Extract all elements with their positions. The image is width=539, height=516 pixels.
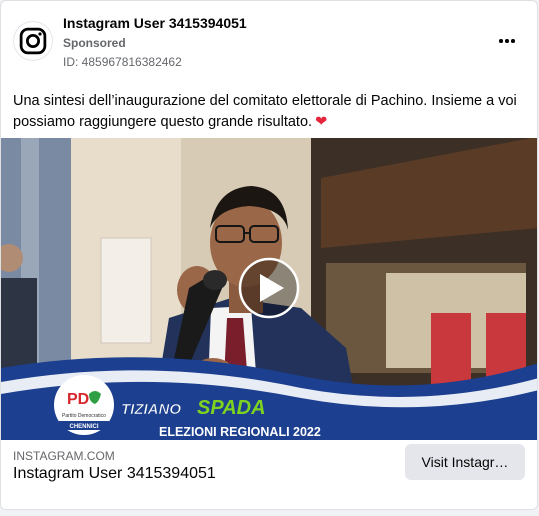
- post-text-content: Una sintesi dell’inaugurazione del comit…: [13, 93, 517, 130]
- ad-id: ID: 485967816382462: [63, 55, 182, 69]
- more-dot-icon: [505, 39, 509, 43]
- video-frame: PD Partito Democratico CHENNICI TIZIANO …: [1, 138, 537, 440]
- video-media[interactable]: PD Partito Democratico CHENNICI TIZIANO …: [1, 138, 537, 440]
- election-banner-text: ELEZIONI REGIONALI 2022: [159, 425, 321, 439]
- link-domain: INSTAGRAM.COM: [13, 449, 115, 463]
- ad-post-card: Instagram User 3415394051 Sponsored ID: …: [0, 0, 538, 510]
- candidate-last-name: SPADA: [197, 397, 266, 419]
- more-options-button[interactable]: [493, 27, 521, 55]
- candidate-first-name: TIZIANO: [121, 401, 181, 418]
- post-header: Instagram User 3415394051 Sponsored ID: …: [1, 1, 537, 81]
- party-sublabel: CHENNICI: [69, 424, 98, 430]
- instagram-logo-icon: [19, 27, 47, 55]
- play-button[interactable]: [238, 257, 300, 319]
- author-name[interactable]: Instagram User 3415394051: [63, 15, 247, 31]
- party-name: Partito Democratico: [62, 413, 106, 419]
- instagram-avatar[interactable]: [13, 21, 53, 61]
- party-logo-text: PD: [67, 391, 89, 408]
- post-text: Una sintesi dell’inaugurazione del comit…: [13, 91, 523, 133]
- more-dot-icon: [511, 39, 515, 43]
- visit-instagram-button[interactable]: Visit Instagr…: [405, 444, 525, 480]
- link-footer[interactable]: INSTAGRAM.COM Instagram User 3415394051 …: [1, 440, 537, 509]
- sponsored-label: Sponsored: [63, 36, 126, 50]
- more-dot-icon: [499, 39, 503, 43]
- heart-emoji-icon: ❤: [315, 114, 328, 130]
- link-title[interactable]: Instagram User 3415394051: [13, 465, 216, 483]
